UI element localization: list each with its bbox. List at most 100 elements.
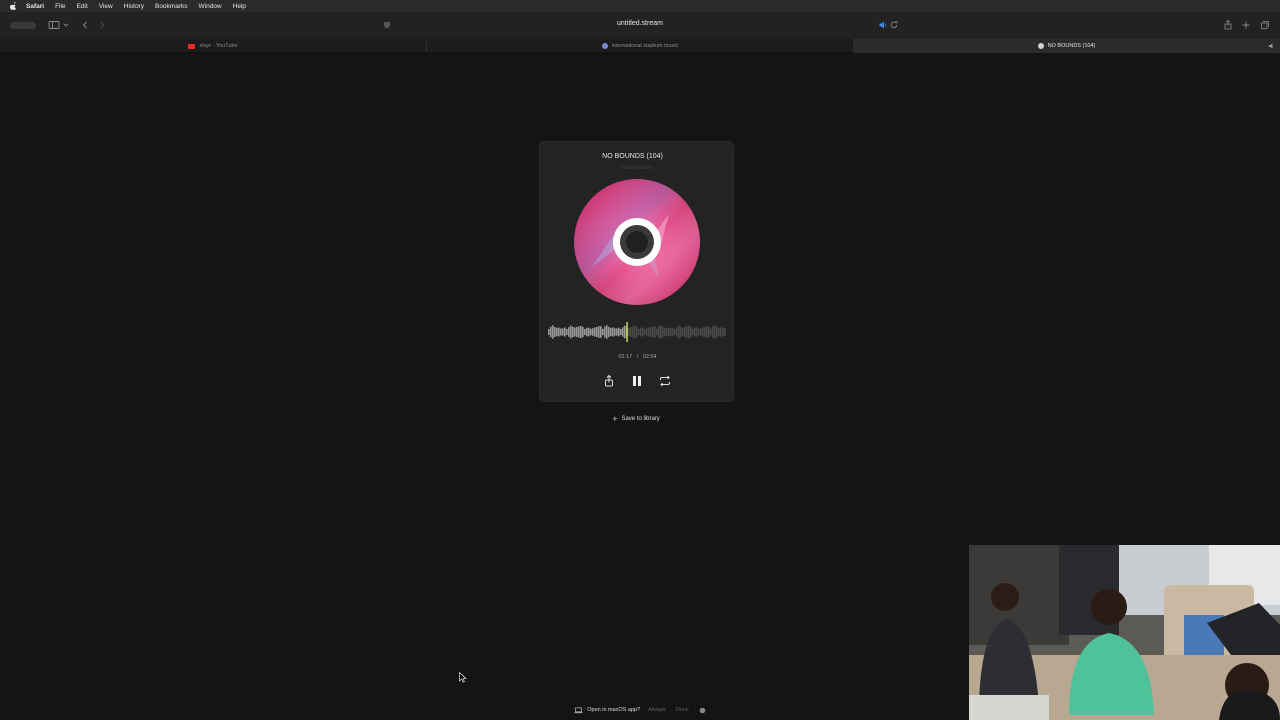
menu-file[interactable]: File [55, 3, 65, 10]
waveform-bar [548, 329, 550, 335]
waveform-bar [560, 328, 562, 336]
waveform-bar [662, 326, 664, 338]
waveform-bar [684, 326, 686, 338]
reload-icon[interactable] [888, 19, 900, 31]
apple-logo-icon[interactable] [10, 2, 18, 10]
waveform-bar [698, 328, 700, 336]
url-address-title[interactable]: untitled.stream [540, 20, 740, 27]
tab-youtube[interactable]: slayr - YouTube [0, 39, 426, 53]
waveform-bar [648, 327, 650, 337]
waveform-bar [602, 328, 604, 336]
waveform-bar [608, 326, 610, 338]
waveform-scrubber[interactable] [548, 322, 726, 342]
waveform-bar [562, 328, 564, 336]
share-icon[interactable] [602, 374, 616, 388]
waveform-bar [628, 327, 630, 337]
open-always-option[interactable]: Always [648, 707, 665, 713]
waveform-bar [624, 325, 626, 339]
waveform-bar [712, 326, 714, 338]
waveform-bar [644, 328, 646, 336]
waveform-bar [610, 327, 612, 337]
menu-view[interactable]: View [99, 3, 113, 10]
back-icon[interactable] [79, 19, 91, 31]
waveform-bar [554, 327, 556, 337]
waveform-bar [694, 327, 696, 337]
waveform-bar [632, 326, 634, 338]
waveform-bar [686, 326, 688, 338]
share-toolbar-icon[interactable] [1222, 19, 1234, 31]
waveform-bar [666, 327, 668, 337]
waveform-bar [636, 326, 638, 338]
waveform-bar [706, 326, 708, 338]
waveform-bar [716, 326, 718, 338]
site-favicon-icon [1037, 43, 1044, 49]
waveform-bar [570, 325, 572, 339]
open-once-option[interactable]: Once [676, 707, 689, 713]
waveform-bar [724, 327, 726, 337]
chevron-down-icon[interactable] [62, 19, 70, 31]
repeat-icon[interactable] [658, 374, 672, 388]
waveform-bar [646, 328, 648, 336]
waveform-bar [550, 326, 552, 338]
save-to-library-button[interactable]: + Save to library [604, 411, 668, 426]
menu-bookmarks[interactable]: Bookmarks [155, 3, 188, 10]
menu-window[interactable]: Window [199, 3, 222, 10]
waveform-bar [654, 326, 656, 338]
waveform-bar [598, 325, 600, 339]
tab-label: NO BOUNDS (104) [1047, 43, 1096, 49]
waveform-bar [586, 327, 588, 337]
waveform-bar [678, 325, 680, 339]
waveform-bar [592, 328, 594, 336]
waveform-bar [566, 328, 568, 336]
waveform-bar [668, 328, 670, 336]
waveform-bar [642, 327, 644, 337]
playhead-marker[interactable] [626, 322, 628, 342]
waveform-bar [590, 328, 592, 336]
playback-time: 01:17 / 02:54 [540, 354, 735, 360]
new-tab-icon[interactable] [1240, 19, 1252, 31]
tab-overview-icon[interactable] [1259, 19, 1271, 31]
menu-app-name[interactable]: Safari [26, 3, 44, 10]
player-card: NO BOUNDS (104) hellbopscmn 01:17 / 02:5… [539, 141, 734, 402]
waveform-bar [580, 325, 582, 339]
open-in-app-label: Open in macOS app? [587, 707, 641, 713]
waveform-bar [652, 326, 654, 338]
menu-help[interactable]: Help [233, 3, 246, 10]
waveform-bar [578, 326, 580, 338]
waveform-bar [702, 327, 704, 337]
waveform-bar [674, 328, 676, 336]
speaker-tab-icon[interactable] [1268, 42, 1276, 50]
window-controls[interactable] [10, 22, 36, 29]
total-time: 02:54 [642, 354, 657, 360]
globe-favicon-icon [601, 43, 608, 49]
tab-no-bounds[interactable]: NO BOUNDS (104) [853, 39, 1280, 53]
waveform-bar [634, 325, 636, 339]
waveform-bar [600, 326, 602, 338]
dismiss-icon[interactable] [699, 707, 706, 714]
waveform-bar [682, 327, 684, 337]
pause-icon[interactable] [630, 374, 644, 388]
sidebar-toggle-icon[interactable] [48, 19, 60, 31]
plus-icon: + [612, 413, 618, 424]
album-disc-artwork [574, 179, 700, 305]
waveform-bar [558, 327, 560, 337]
forward-icon[interactable] [96, 19, 108, 31]
page-settings-icon[interactable] [381, 19, 393, 31]
webcam-video-overlay [969, 545, 1280, 720]
tab-international-stadium-music[interactable]: international stadium music [427, 39, 853, 53]
waveform-bar [700, 328, 702, 336]
laptop-icon [574, 707, 583, 713]
waveform-bar [718, 328, 720, 336]
waveform-bar [704, 327, 706, 337]
waveform-bar [596, 327, 598, 337]
waveform-bar [692, 328, 694, 336]
waveform-bar [672, 327, 674, 337]
waveform-bar [630, 326, 632, 338]
menu-edit[interactable]: Edit [77, 3, 88, 10]
waveform-bar [556, 327, 558, 337]
mouse-cursor-icon [459, 672, 467, 683]
menu-history[interactable]: History [124, 3, 144, 10]
track-artist: hellbopscmn [622, 165, 653, 171]
waveform-bar [650, 327, 652, 337]
waveform-bar [676, 327, 678, 337]
